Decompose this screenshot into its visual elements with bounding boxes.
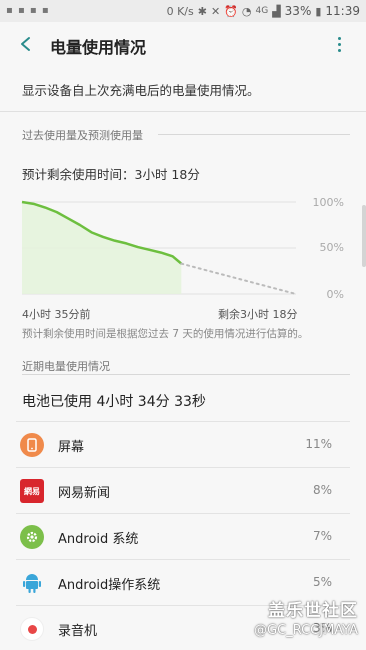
row-divider bbox=[16, 513, 350, 514]
more-dot-icon bbox=[337, 42, 341, 46]
watermark: 盖乐世社区 @GC_RCCJMAYA bbox=[254, 596, 358, 638]
app-usage-percent: 8% bbox=[312, 483, 332, 497]
more-dot-icon bbox=[337, 48, 341, 52]
app-bar: 电量使用情况 bbox=[0, 22, 366, 66]
divider bbox=[0, 111, 366, 112]
android-icon bbox=[20, 571, 44, 595]
watermark-handle: @GC_RCCJMAYA bbox=[254, 623, 358, 638]
app-usage-percent: 5% bbox=[312, 575, 332, 589]
battery-chart-svg bbox=[21, 200, 297, 295]
app-name: Android 系统 bbox=[58, 532, 139, 547]
bluetooth-icon: ✱ bbox=[197, 4, 207, 18]
app-name: 屏幕 bbox=[58, 440, 85, 455]
netease-news-icon: 網易 bbox=[20, 479, 44, 503]
gear-icon bbox=[20, 525, 44, 549]
app-usage-percent: 11% bbox=[305, 437, 332, 451]
app-usage-row[interactable]: 網易 网易新闻 8% bbox=[0, 467, 366, 513]
alarm-icon: ⏰ bbox=[224, 4, 238, 18]
y-tick-label: 50% bbox=[319, 241, 344, 254]
remaining-time: 预计剩余使用时间：3小时 18分 bbox=[22, 167, 200, 182]
screen-icon bbox=[20, 433, 44, 457]
section-divider bbox=[22, 374, 350, 375]
app-usage-row[interactable]: 屏幕 11% bbox=[0, 421, 366, 467]
app-name: 录音机 bbox=[58, 624, 98, 639]
signal-icon: ▟ bbox=[272, 4, 281, 18]
y-tick-label: 0% bbox=[326, 288, 344, 301]
mute-icon: ✕ bbox=[210, 4, 221, 18]
row-divider bbox=[16, 467, 350, 468]
section-divider bbox=[158, 134, 350, 135]
network-type: 4G bbox=[255, 6, 269, 16]
x-end-label: 剩余3小时 18分 bbox=[218, 308, 298, 321]
battery-chart: 100% 50% 0% bbox=[0, 190, 366, 310]
predicted-line bbox=[180, 262, 297, 295]
page-title: 电量使用情况 bbox=[50, 38, 147, 57]
back-arrow-icon bbox=[21, 37, 30, 51]
battery-icon: ▮ bbox=[315, 4, 322, 18]
y-tick-label: 100% bbox=[312, 196, 344, 209]
status-bar: ▪ ▪ ▪ ▪ 0 K/s ✱ ✕ ⏰ ◔ 4G ▟ 33% ▮ 11:39 bbox=[0, 0, 366, 22]
more-options-button[interactable] bbox=[332, 32, 346, 56]
recorder-icon bbox=[20, 617, 44, 641]
watermark-title: 盖乐世社区 bbox=[268, 601, 358, 621]
back-button[interactable] bbox=[14, 32, 38, 56]
wifi-icon: ◔ bbox=[241, 4, 252, 18]
row-divider bbox=[16, 421, 350, 422]
app-usage-percent: 7% bbox=[312, 529, 332, 543]
scrollbar[interactable] bbox=[362, 205, 366, 267]
clock: 11:39 bbox=[325, 4, 360, 18]
notification-dots: ▪ ▪ ▪ ▪ bbox=[6, 5, 50, 16]
row-divider bbox=[16, 559, 350, 560]
app-usage-row[interactable]: Android 系统 7% bbox=[0, 513, 366, 559]
app-name: 网易新闻 bbox=[58, 486, 111, 501]
battery-usage-total: 电池已使用 4小时 34分 33秒 bbox=[22, 394, 206, 410]
more-dot-icon bbox=[337, 36, 341, 40]
app-name: Android操作系统 bbox=[58, 578, 161, 593]
network-speed: 0 K/s bbox=[166, 4, 194, 18]
estimate-note: 预计剩余使用时间是根据您过去 7 天的使用情况进行估算的。 bbox=[22, 328, 309, 340]
battery-percent: 33% bbox=[284, 4, 312, 18]
history-section-title: 过去使用量及预测使用量 bbox=[22, 129, 143, 142]
x-start-label: 4小时 35分前 bbox=[22, 308, 91, 321]
page-description: 显示设备自上次充满电后的电量使用情况。 bbox=[22, 83, 260, 98]
recent-section-title: 近期电量使用情况 bbox=[22, 360, 110, 373]
